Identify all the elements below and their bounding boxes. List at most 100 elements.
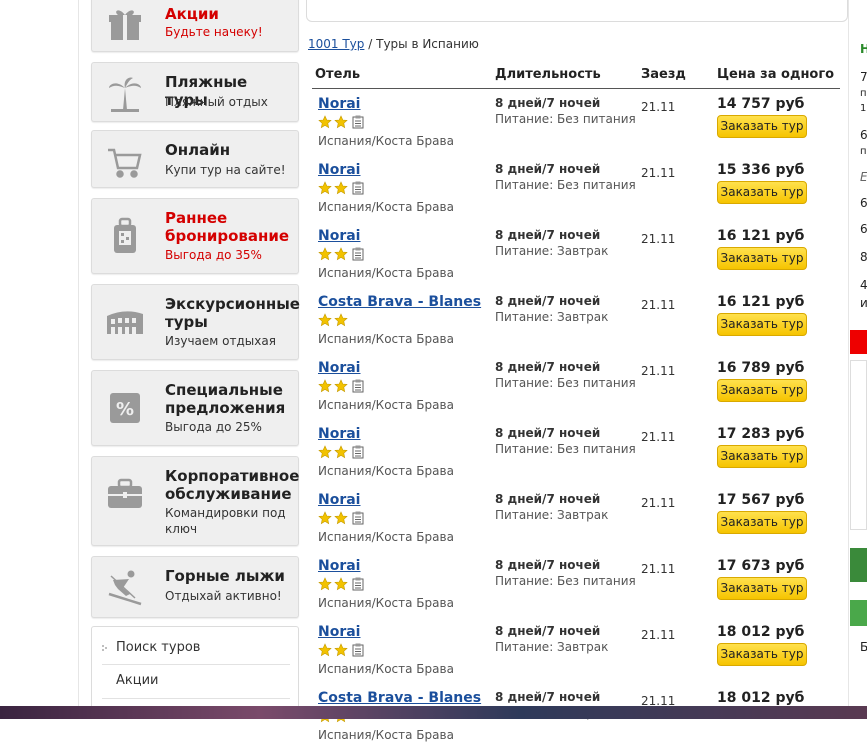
tile-subtitle: Пляжный отдых <box>165 95 268 109</box>
table-row: Norai Испания/Коста Брава 8 дней/7 ночей Пи… <box>312 354 840 420</box>
breadcrumb: 1001 Тур / Туры в Испанию <box>308 37 479 51</box>
hotel-rating <box>318 576 364 595</box>
sidebar-tile-palm-tree[interactable]: Пляжные туры Пляжный отдых <box>91 62 299 122</box>
star-icon <box>334 180 348 199</box>
hotel-link[interactable]: Norai <box>318 426 361 442</box>
right-column-text: п <box>860 88 867 99</box>
banner-ad[interactable] <box>850 360 867 530</box>
star-icon <box>318 444 332 463</box>
clipboard-icon[interactable] <box>352 642 364 661</box>
banner-green-2[interactable] <box>850 600 867 626</box>
taskbar-strip <box>0 706 867 719</box>
sidebar-tile-gift[interactable]: Акции Будьте начеку! <box>91 0 299 52</box>
column-header-hotel[interactable]: Отель <box>315 67 360 82</box>
checkin-date: 21.11 <box>641 628 676 642</box>
breadcrumb-link-home[interactable]: 1001 Тур <box>308 37 364 51</box>
tile-title: Онлайн <box>165 141 231 159</box>
hotel-link[interactable]: Norai <box>318 96 361 112</box>
table-row: Norai Испания/Коста Брава 8 дней/7 ночей Пи… <box>312 420 840 486</box>
bullet-icon <box>102 645 107 651</box>
clipboard-icon[interactable] <box>352 246 364 265</box>
right-column-text: Н <box>860 42 867 56</box>
column-header-checkin[interactable]: Заезд <box>641 67 686 82</box>
hotel-rating <box>318 114 364 133</box>
table-row: Norai Испания/Коста Брава 8 дней/7 ночей Пи… <box>312 156 840 222</box>
menu-item-search-tours[interactable]: Поиск туров <box>102 632 290 664</box>
hotel-location: Испания/Коста Брава <box>318 530 454 544</box>
meal-plan: Питание: Без питания <box>495 112 636 126</box>
sidebar-tile-percent[interactable]: % Специальные предложения Выгода до 25% <box>91 370 299 446</box>
tile-title: Раннее бронирование <box>165 209 290 245</box>
sidebar-tile-cart[interactable]: Онлайн Купи тур на сайте! <box>91 130 299 188</box>
book-tour-button[interactable]: Заказать тур <box>717 181 807 204</box>
hotel-rating <box>318 312 348 328</box>
menu-item-label: Акции <box>116 673 159 688</box>
book-tour-button[interactable]: Заказать тур <box>717 247 807 270</box>
star-icon <box>318 114 332 133</box>
tour-duration: 8 дней/7 ночей <box>495 294 601 308</box>
right-column-text: 6 <box>860 196 867 210</box>
sidebar-tile-briefcase[interactable]: Корпоративное обслуживание Командировки п… <box>91 456 299 546</box>
book-tour-button[interactable]: Заказать тур <box>717 577 807 600</box>
meal-plan: Питание: Завтрак <box>495 244 609 258</box>
tour-duration: 8 дней/7 ночей <box>495 690 601 704</box>
right-column-text: 6 <box>860 222 867 236</box>
meal-plan: Питание: Завтрак <box>495 508 609 522</box>
star-icon <box>318 510 332 529</box>
tour-price: 16 789 руб <box>717 360 805 376</box>
table-row: Costa Brava - Blanes Испания/Коста Брава 8… <box>312 288 840 354</box>
hotel-location: Испания/Коста Брава <box>318 134 454 148</box>
book-tour-button[interactable]: Заказать тур <box>717 511 807 534</box>
hotel-link[interactable]: Norai <box>318 228 361 244</box>
gift-icon <box>100 0 150 49</box>
right-column-text: 8 <box>860 250 867 264</box>
colosseum-icon <box>100 297 150 347</box>
suitcase-icon <box>100 211 150 261</box>
tour-price: 18 012 руб <box>717 624 805 640</box>
hotel-rating <box>318 642 364 661</box>
menu-item-label: Поиск туров <box>116 640 201 655</box>
book-tour-button[interactable]: Заказать тур <box>717 445 807 468</box>
tile-title: Горные лыжи <box>165 567 285 585</box>
hotel-link[interactable]: Norai <box>318 492 361 508</box>
column-header-duration[interactable]: Длительность <box>495 67 601 82</box>
column-header-price[interactable]: Цена за одного <box>717 67 834 82</box>
book-tour-button[interactable]: Заказать тур <box>717 643 807 666</box>
star-icon <box>318 180 332 199</box>
banner-green[interactable] <box>850 548 867 582</box>
book-tour-button[interactable]: Заказать тур <box>717 379 807 402</box>
clipboard-icon[interactable] <box>352 576 364 595</box>
right-column-text: Е <box>860 170 867 184</box>
hotel-link[interactable]: Norai <box>318 360 361 376</box>
right-column-text: 1 <box>860 103 867 114</box>
clipboard-icon[interactable] <box>352 444 364 463</box>
percent-icon: % <box>100 383 150 433</box>
hotel-link[interactable]: Norai <box>318 162 361 178</box>
hotel-location: Испания/Коста Брава <box>318 728 454 742</box>
hotel-link[interactable]: Costa Brava - Blanes <box>318 690 481 706</box>
sidebar-tile-colosseum[interactable]: Экскурсионные туры Изучаем отдыхая <box>91 284 300 360</box>
clipboard-icon[interactable] <box>352 510 364 529</box>
clipboard-icon[interactable] <box>352 114 364 133</box>
tour-price: 16 121 руб <box>717 294 805 310</box>
hotel-rating <box>318 246 364 265</box>
hotel-link[interactable]: Norai <box>318 624 361 640</box>
hotel-location: Испания/Коста Брава <box>318 332 454 346</box>
hotel-rating <box>318 444 364 463</box>
menu-item-promotions[interactable]: Акции <box>102 665 290 697</box>
hotel-link[interactable]: Norai <box>318 558 361 574</box>
book-tour-button[interactable]: Заказать тур <box>717 313 807 336</box>
clipboard-icon[interactable] <box>352 180 364 199</box>
table-row: Norai Испания/Коста Брава 8 дней/7 ночей Пи… <box>312 486 840 552</box>
checkin-date: 21.11 <box>641 430 676 444</box>
banner-red <box>850 330 867 354</box>
book-tour-button[interactable]: Заказать тур <box>717 115 807 138</box>
tour-price: 17 283 руб <box>717 426 805 442</box>
sidebar-tile-suitcase[interactable]: Раннее бронирование Выгода до 35% <box>91 198 299 274</box>
hotel-rating <box>318 378 364 397</box>
tour-price: 17 567 руб <box>717 492 805 508</box>
tile-subtitle: Изучаем отдыхая <box>165 334 276 348</box>
hotel-link[interactable]: Costa Brava - Blanes <box>318 294 481 310</box>
clipboard-icon[interactable] <box>352 378 364 397</box>
sidebar-tile-skier[interactable]: Горные лыжи Отдыхай активно! <box>91 556 299 618</box>
